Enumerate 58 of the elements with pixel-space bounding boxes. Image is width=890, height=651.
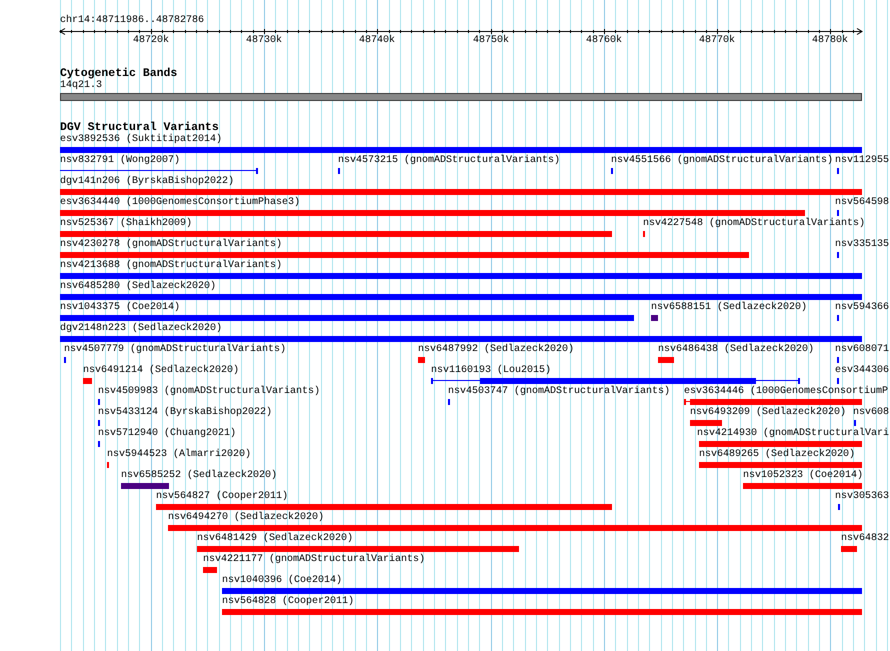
variant-label: nsv832791 (Wong2007)	[60, 155, 180, 167]
variant-bar[interactable]	[60, 168, 258, 174]
variant-label: nsv564827 (Cooper2011)	[156, 491, 288, 503]
variant-label: nsv1160193 (Lou2015)	[431, 365, 552, 377]
ruler-tick-label: 48740k	[359, 35, 396, 47]
variant-label: nsv564598	[835, 197, 890, 209]
variant-label: nsv4213688 (gnomADStructuralVariants)	[60, 260, 282, 272]
variant-label: esv344306	[835, 365, 890, 377]
variant-label: nsv4503747 (gnomADStructuralVariants)	[448, 386, 670, 398]
variant-label: nsv64832	[841, 533, 890, 545]
ruler-tick-label: 48780k	[812, 35, 848, 47]
variant-label: nsv525367 (Shaikh2009)	[60, 218, 192, 230]
variant-label: nsv6588151 (Sedlazeck2020)	[651, 302, 808, 314]
variant-label: nsv5433124 (ByrskaBishop2022)	[98, 407, 272, 419]
variant-label: nsv4227548 (gnomADStructuralVariants)	[643, 218, 866, 230]
variant-label: nsv6487992 (Sedlazeck2020)	[418, 344, 574, 356]
variant-label: nsv4214930 (gnomADStructuralVari	[697, 428, 890, 440]
variant-label: nsv6494270 (Sedlazeck2020)	[168, 512, 324, 524]
variant-label: nsv1043375 (Coe2014)	[60, 302, 180, 314]
track-title: DGV Structural Variants	[60, 121, 219, 134]
variant-label: esv3634440 (1000GenomesConsortiumPhase3)	[60, 197, 300, 209]
variant-label: nsv608	[853, 407, 890, 419]
ruler-tick-label: 48720k	[133, 35, 170, 47]
variant-label: nsv305363	[835, 491, 890, 503]
location-text: chr14:48711986..48782786	[60, 15, 204, 27]
variant-label: esv3892536 (Suktitipat2014)	[60, 134, 222, 146]
variant-label: dgv141n206 (ByrskaBishop2022)	[60, 176, 234, 188]
variant-label: nsv4551566 (gnomADStructuralVariants)	[611, 155, 834, 167]
variant-label: esv3634446 (1000GenomesConsortiumP	[684, 386, 888, 398]
variant-label: nsv6489265 (Sedlazeck2020)	[699, 449, 856, 461]
ruler-tick-label: 48770k	[699, 35, 736, 47]
variant-label: nsv112955	[835, 155, 890, 167]
variant-label: dgv2148n223 (Sedlazeck2020)	[60, 323, 222, 335]
variant-label: nsv6493209 (Sedlazeck2020)	[690, 407, 846, 419]
ruler-tick-label: 48730k	[246, 35, 282, 47]
variant-label: nsv608071	[835, 344, 890, 356]
ruler-tick-label: 48750k	[473, 35, 510, 47]
variant-label: nsv564828 (Cooper2011)	[222, 596, 354, 608]
variant-label: nsv4573215 (gnomADStructuralVariants)	[338, 155, 560, 167]
variant-label: nsv1052323 (Coe2014)	[743, 470, 864, 482]
variant-label: nsv5944523 (Almarri2020)	[107, 449, 252, 461]
ruler-tick-label: 48760k	[586, 35, 622, 47]
variant-label: nsv6491214 (Sedlazeck2020)	[83, 365, 240, 377]
variant-bar[interactable]	[431, 378, 800, 384]
band-label: 14q21.3	[60, 80, 102, 92]
track-title: Cytogenetic Bands	[60, 67, 178, 80]
variant-label: nsv4507779 (gnomADStructuralVariants)	[64, 344, 286, 356]
variant-label: nsv594366	[835, 302, 890, 314]
variant-label: nsv335135	[835, 239, 890, 251]
variant-label: nsv4509983 (gnomADStructuralVariants)	[98, 386, 320, 398]
variant-label: nsv6481429 (Sedlazeck2020)	[197, 533, 354, 545]
variant-label: nsv4221177 (gnomADStructuralVariants)	[203, 554, 426, 566]
variant-label: nsv6585252 (Sedlazeck2020)	[121, 470, 278, 482]
variant-label: nsv4230278 (gnomADStructuralVariants)	[60, 239, 282, 251]
variant-label: nsv6485280 (Sedlazeck2020)	[60, 281, 216, 293]
variant-label: nsv6486438 (Sedlazeck2020)	[658, 344, 814, 356]
variant-label: nsv1040396 (Coe2014)	[222, 575, 342, 587]
variant-label: nsv5712940 (Chuang2021)	[98, 428, 236, 440]
